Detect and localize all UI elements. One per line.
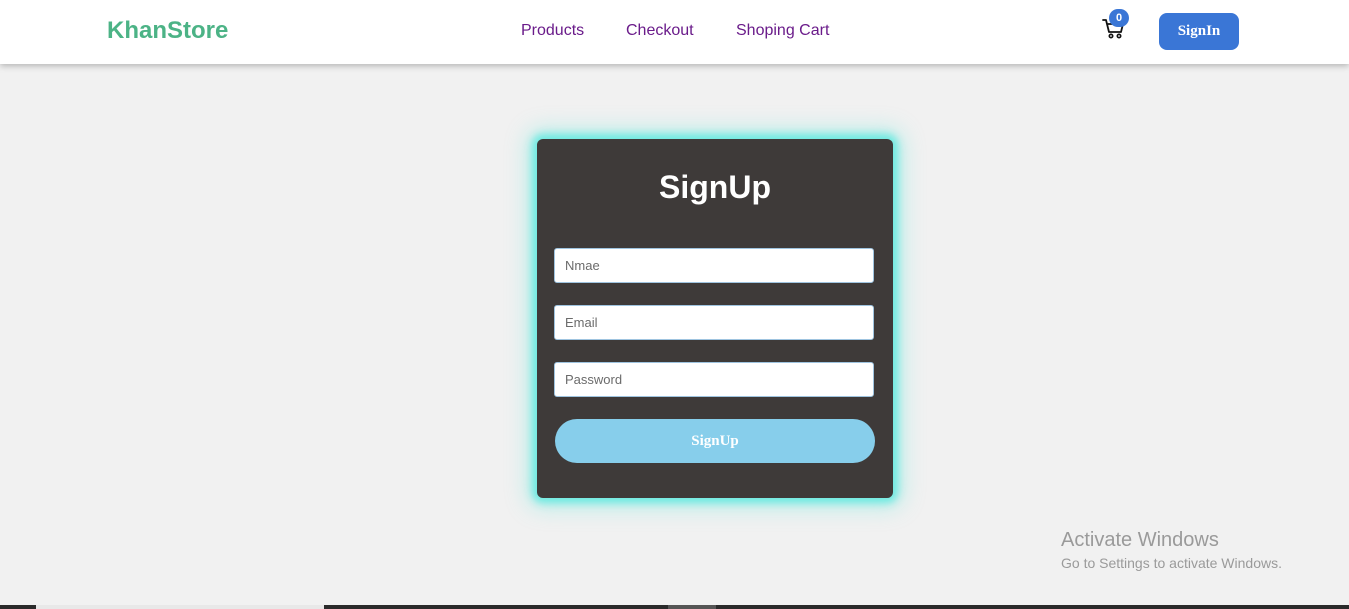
cart-count-badge: 0: [1109, 9, 1129, 27]
top-navbar: KhanStore Products Checkout Shoping Cart…: [0, 0, 1349, 64]
taskbar-segment: [36, 605, 324, 609]
activate-windows-watermark: Activate Windows Go to Settings to activ…: [1061, 529, 1282, 571]
signup-title: SignUp: [659, 169, 771, 205]
nav-link-products[interactable]: Products: [521, 22, 584, 40]
nav-link-shopping-cart[interactable]: Shoping Cart: [736, 22, 829, 40]
nav-link-checkout[interactable]: Checkout: [626, 22, 694, 40]
taskbar-segment: [668, 605, 716, 609]
name-input[interactable]: [554, 248, 874, 283]
brand-logo-link[interactable]: KhanStore: [107, 17, 228, 45]
signin-button[interactable]: SignIn: [1159, 13, 1239, 50]
email-input[interactable]: [554, 305, 874, 340]
signup-button[interactable]: SignUp: [555, 419, 875, 463]
watermark-title: Activate Windows: [1061, 529, 1219, 551]
watermark-subtitle: Go to Settings to activate Windows.: [1061, 555, 1282, 571]
signup-card: SignUp SignUp: [537, 139, 893, 498]
password-input[interactable]: [554, 362, 874, 397]
